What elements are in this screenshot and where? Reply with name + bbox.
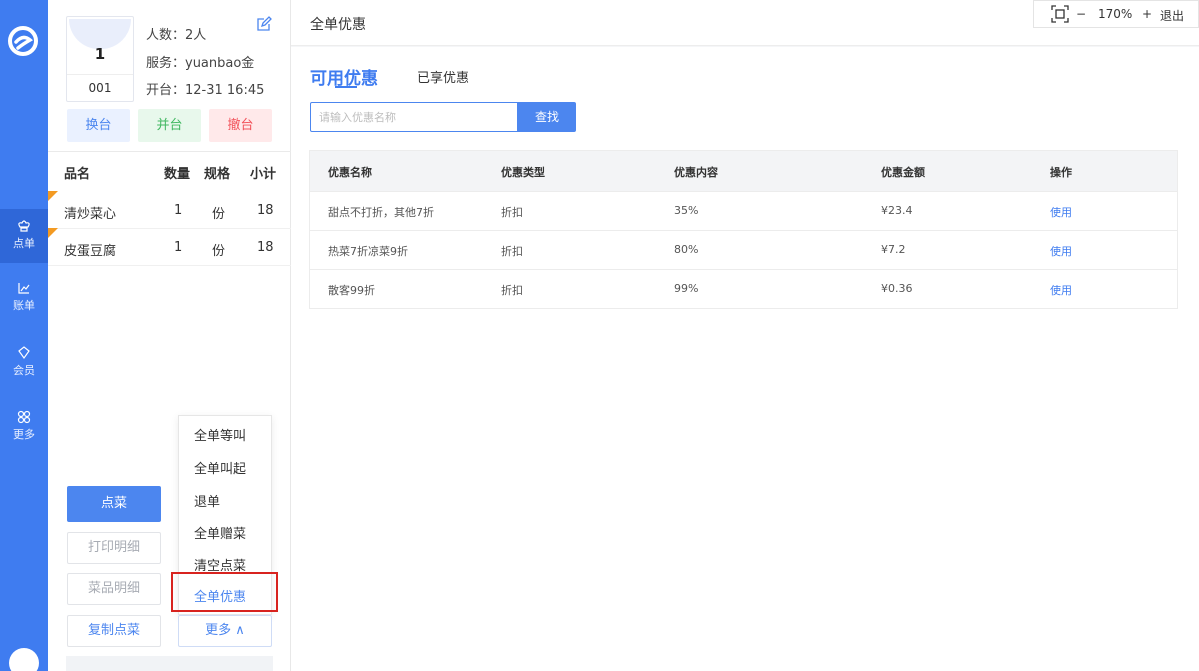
bottom-bar bbox=[66, 656, 273, 671]
item-unit: 份 bbox=[212, 244, 226, 259]
print-detail-button[interactable]: 打印明细 bbox=[67, 532, 161, 564]
column-header-subtotal: 小计 bbox=[250, 167, 277, 182]
use-discount-link[interactable]: 使用 bbox=[1050, 282, 1072, 298]
discount-content: 35% bbox=[674, 204, 699, 217]
discount-type: 折扣 bbox=[501, 284, 523, 297]
item-qty: 1 bbox=[174, 240, 183, 255]
zoom-out-button[interactable]: − bbox=[1076, 7, 1086, 21]
discount-content: 80% bbox=[674, 243, 699, 256]
nav-item-label: 更多 bbox=[13, 428, 35, 441]
active-tab-indicator bbox=[335, 86, 357, 88]
column-header-discount-name: 优惠名称 bbox=[328, 166, 372, 179]
guest-count: 人数：2人 bbox=[146, 28, 207, 43]
copy-order-button[interactable]: 复制点菜 bbox=[67, 615, 161, 647]
menu-item-refund[interactable]: 退单 bbox=[194, 491, 220, 510]
use-discount-link[interactable]: 使用 bbox=[1050, 243, 1072, 259]
change-table-button[interactable]: 换台 bbox=[67, 109, 130, 142]
zoom-toolbar: − 170% + 退出 bbox=[1033, 0, 1199, 28]
order-item-row[interactable]: 清炒菜心 1 份 18 bbox=[48, 191, 291, 229]
discount-panel: 可用优惠 已享优惠 查找 优惠名称 优惠类型 优惠内容 优惠金额 操作 甜点不打… bbox=[291, 47, 1199, 671]
discount-amount: ¥0.36 bbox=[881, 282, 913, 295]
nav-item-bills[interactable]: 账单 bbox=[0, 271, 48, 325]
app-logo-icon bbox=[6, 24, 40, 58]
item-subtotal: 18 bbox=[257, 240, 274, 255]
item-marker bbox=[48, 191, 58, 201]
column-header-qty: 数量 bbox=[164, 167, 191, 182]
nav-item-label: 会员 bbox=[13, 364, 35, 377]
use-discount-link[interactable]: 使用 bbox=[1050, 204, 1072, 220]
nav-item-members[interactable]: 会员 bbox=[0, 336, 48, 390]
item-name: 清炒菜心 bbox=[64, 207, 117, 222]
discount-name: 热菜7折凉菜9折 bbox=[328, 245, 408, 258]
fit-screen-icon[interactable] bbox=[1050, 4, 1070, 27]
item-qty: 1 bbox=[174, 203, 183, 218]
table-number: 1 bbox=[94, 45, 106, 63]
chef-hat-icon bbox=[18, 220, 30, 232]
table-row: 甜点不打折，其他7折 折扣 35% ¥23.4 使用 bbox=[310, 191, 1177, 230]
column-header-discount-content: 优惠内容 bbox=[674, 166, 718, 179]
chart-icon bbox=[18, 283, 30, 294]
discount-amount: ¥7.2 bbox=[881, 243, 906, 256]
table-header-row: 优惠名称 优惠类型 优惠内容 优惠金额 操作 bbox=[310, 151, 1177, 191]
discount-search-input[interactable] bbox=[310, 102, 518, 132]
user-avatar[interactable] bbox=[9, 648, 39, 671]
discount-name: 甜点不打折，其他7折 bbox=[328, 206, 434, 219]
item-marker bbox=[48, 228, 58, 238]
divider bbox=[48, 151, 291, 152]
merge-table-button[interactable]: 并台 bbox=[138, 109, 201, 142]
menu-item-label: 全单优惠 bbox=[194, 590, 247, 605]
menu-item-hold-all[interactable]: 全单等叫 bbox=[194, 425, 246, 444]
tab-used-discounts[interactable]: 已享优惠 bbox=[417, 67, 469, 86]
column-header-action: 操作 bbox=[1050, 166, 1072, 179]
menu-item-fire-all[interactable]: 全单叫起 bbox=[194, 458, 246, 477]
page-title: 全单优惠 bbox=[310, 17, 366, 33]
zoom-in-button[interactable]: + bbox=[1142, 7, 1152, 21]
left-nav-rail: 点单 账单 会员 更多 bbox=[0, 0, 48, 671]
dish-detail-button[interactable]: 菜品明细 bbox=[67, 573, 161, 605]
nav-item-order[interactable]: 点单 bbox=[0, 209, 48, 263]
discount-amount: ¥23.4 bbox=[881, 204, 913, 217]
order-dishes-button[interactable]: 点菜 bbox=[67, 486, 161, 522]
nav-item-label: 账单 bbox=[13, 299, 35, 312]
menu-item-gift-all[interactable]: 全单赠菜 bbox=[194, 523, 246, 542]
search-button[interactable]: 查找 bbox=[518, 102, 576, 132]
member-icon bbox=[18, 346, 30, 360]
column-header-unit: 规格 bbox=[204, 167, 231, 182]
more-button[interactable]: 更多 ∧ bbox=[178, 615, 272, 647]
zoom-level: 170% bbox=[1098, 7, 1133, 21]
exit-button[interactable]: 退出 bbox=[1160, 7, 1184, 24]
column-header-discount-amount: 优惠金额 bbox=[881, 166, 925, 179]
discount-type: 折扣 bbox=[501, 245, 523, 258]
order-panel: 1 001 人数：2人 服务：yuanbao金 开台：12-31 16:45 换… bbox=[48, 0, 291, 671]
open-time: 开台：12-31 16:45 bbox=[146, 83, 265, 98]
table-card: 1 001 bbox=[66, 16, 134, 102]
more-icon bbox=[17, 410, 31, 424]
menu-item-whole-order-discount[interactable]: 全单优惠 bbox=[171, 572, 278, 612]
column-header-name: 品名 bbox=[64, 167, 91, 182]
server-name: 服务：yuanbao金 bbox=[146, 56, 255, 71]
discount-name: 散客99折 bbox=[328, 284, 375, 297]
column-header-discount-type: 优惠类型 bbox=[501, 166, 545, 179]
discount-content: 99% bbox=[674, 282, 699, 295]
cancel-table-button[interactable]: 撤台 bbox=[209, 109, 272, 142]
table-code: 001 bbox=[88, 81, 112, 95]
item-name: 皮蛋豆腐 bbox=[64, 244, 117, 259]
discount-table: 优惠名称 优惠类型 优惠内容 优惠金额 操作 甜点不打折，其他7折 折扣 35%… bbox=[309, 150, 1178, 309]
nav-item-label: 点单 bbox=[13, 237, 35, 250]
item-unit: 份 bbox=[212, 207, 226, 222]
edit-icon[interactable] bbox=[256, 16, 272, 35]
discount-type: 折扣 bbox=[501, 206, 523, 219]
table-row: 散客99折 折扣 99% ¥0.36 使用 bbox=[310, 269, 1177, 308]
order-item-row[interactable]: 皮蛋豆腐 1 份 18 bbox=[48, 228, 291, 266]
nav-item-more[interactable]: 更多 bbox=[0, 400, 48, 454]
item-subtotal: 18 bbox=[257, 203, 274, 218]
table-row: 热菜7折凉菜9折 折扣 80% ¥7.2 使用 bbox=[310, 230, 1177, 269]
